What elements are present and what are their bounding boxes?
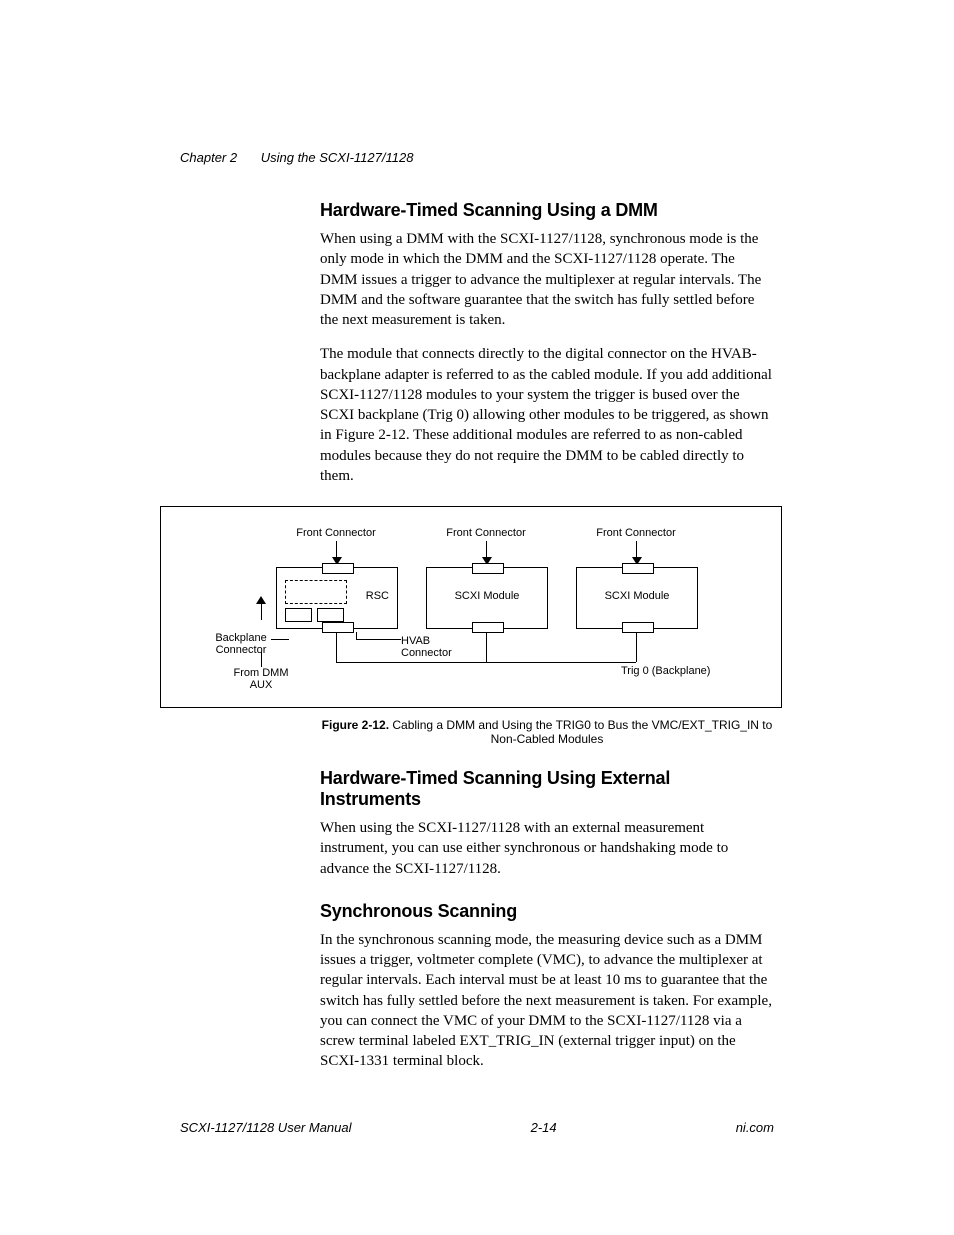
connector-top xyxy=(322,563,354,574)
label-backplane-connector: Backplane Connector xyxy=(211,632,271,656)
page-footer: SCXI-1127/1128 User Manual 2-14 ni.com xyxy=(180,1120,774,1135)
figure-caption-text: Cabling a DMM and Using the TRIG0 to Bus… xyxy=(392,718,772,746)
label-hvab-connector: HVAB Connector xyxy=(401,635,461,659)
paragraph: The module that connects directly to the… xyxy=(320,344,774,486)
small-connector xyxy=(317,608,344,622)
heading-dmm-scanning: Hardware-Timed Scanning Using a DMM xyxy=(320,200,774,221)
connector-bottom xyxy=(472,622,504,633)
dashed-region xyxy=(285,580,347,604)
connector-bottom xyxy=(322,622,354,633)
label-from-dmm-aux: From DMM AUX xyxy=(226,667,296,691)
chapter-title: Using the SCXI-1127/1128 xyxy=(261,150,414,165)
connector-top xyxy=(622,563,654,574)
bus-line xyxy=(336,632,337,662)
footer-manual-title: SCXI-1127/1128 User Manual xyxy=(180,1120,352,1135)
line xyxy=(261,652,262,667)
arrow-icon xyxy=(261,602,262,620)
figure-number: Figure 2-12. xyxy=(322,718,389,732)
arrow-icon xyxy=(636,541,637,559)
chapter-label: Chapter 2 xyxy=(180,150,237,165)
figure-2-12: Front Connector Front Connector Front Co… xyxy=(160,506,782,708)
footer-page-number: 2-14 xyxy=(531,1120,557,1135)
module-box-3: SCXI Module xyxy=(576,567,698,629)
connector-top xyxy=(472,563,504,574)
paragraph: When using the SCXI-1127/1128 with an ex… xyxy=(320,818,774,879)
leader-line xyxy=(356,639,401,640)
label-front-connector: Front Connector xyxy=(291,527,381,539)
heading-synchronous-scanning: Synchronous Scanning xyxy=(320,901,774,922)
leader-line xyxy=(271,639,289,640)
arrow-icon xyxy=(336,541,337,559)
label-trig0: Trig 0 (Backplane) xyxy=(621,665,741,677)
connector-bottom xyxy=(622,622,654,633)
label-scxi-module: SCXI Module xyxy=(427,590,547,602)
module-box-1: RSC xyxy=(276,567,398,629)
label-front-connector: Front Connector xyxy=(591,527,681,539)
module-box-2: SCXI Module xyxy=(426,567,548,629)
page-header: Chapter 2 Using the SCXI-1127/1128 xyxy=(180,150,413,165)
label-rsc: RSC xyxy=(366,590,389,602)
bus-line xyxy=(486,632,487,662)
bus-line xyxy=(636,632,637,662)
label-front-connector: Front Connector xyxy=(441,527,531,539)
arrow-icon xyxy=(486,541,487,559)
footer-site: ni.com xyxy=(736,1120,774,1135)
leader-line xyxy=(356,632,357,639)
figure-caption: Figure 2-12. Cabling a DMM and Using the… xyxy=(320,718,774,746)
paragraph: When using a DMM with the SCXI-1127/1128… xyxy=(320,229,774,330)
heading-external-instruments: Hardware-Timed Scanning Using External I… xyxy=(320,768,774,810)
label-scxi-module: SCXI Module xyxy=(577,590,697,602)
bus-line xyxy=(336,662,636,663)
small-connector xyxy=(285,608,312,622)
paragraph: In the synchronous scanning mode, the me… xyxy=(320,930,774,1072)
